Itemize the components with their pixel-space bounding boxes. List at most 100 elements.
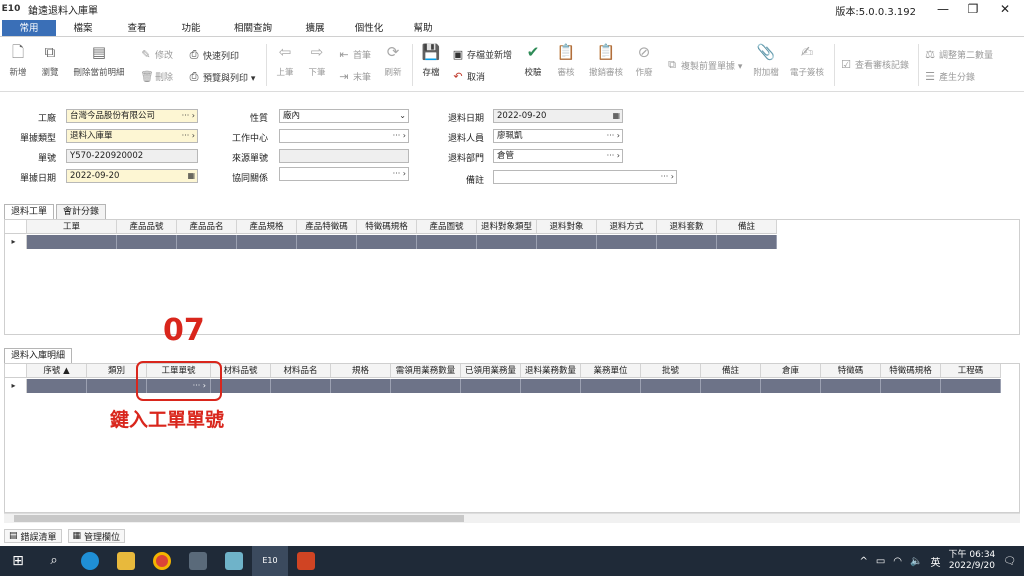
grid-cell[interactable] — [477, 235, 537, 249]
grid-cell[interactable] — [537, 235, 597, 249]
edge-button[interactable] — [72, 546, 108, 576]
remark-field[interactable]: ··· › — [493, 170, 677, 184]
lookup-icon[interactable]: ··· › — [607, 130, 620, 142]
retdept-field[interactable]: 倉管 ··· › — [493, 149, 623, 163]
col-header[interactable]: 退料套數 — [657, 220, 717, 233]
col-header[interactable]: 材料品名 — [271, 364, 331, 377]
grid-cell[interactable] — [331, 379, 391, 393]
col-header[interactable]: 批號 — [641, 364, 701, 377]
workcenter-field[interactable]: ··· › — [279, 129, 409, 143]
col-header[interactable]: 退料對象 — [537, 220, 597, 233]
table-row[interactable]: ▸ — [5, 235, 777, 249]
col-header[interactable]: 需領用業務數量 — [391, 364, 461, 377]
horizontal-scrollbar[interactable] — [4, 513, 1020, 523]
lookup-icon[interactable]: ··· › — [393, 130, 406, 142]
grid-cell[interactable] — [461, 379, 521, 393]
calculator-button[interactable] — [180, 546, 216, 576]
last-record-button[interactable]: ⇥ 末筆 — [338, 70, 371, 83]
refresh-button[interactable]: ⟳ 刷新 — [380, 42, 406, 78]
lookup-icon[interactable]: ··· › — [182, 110, 195, 122]
grid-cell[interactable] — [641, 379, 701, 393]
attachment-button[interactable]: 📎 附加檔 — [750, 42, 782, 78]
grid-cell[interactable] — [27, 235, 117, 249]
grid-cell[interactable] — [821, 379, 881, 393]
menu-tab-personalize[interactable]: 個性化 — [342, 20, 396, 36]
esign-button[interactable]: ✍ 電子簽核 — [786, 42, 828, 78]
review-button[interactable]: 📋 審核 — [552, 42, 580, 78]
network-icon[interactable]: ▭ — [876, 556, 885, 567]
col-header[interactable]: 產品規格 — [237, 220, 297, 233]
tab-accounting-entries[interactable]: 會計分錄 — [56, 204, 107, 219]
col-header[interactable]: 業務單位 — [581, 364, 641, 377]
tray-expand-icon[interactable]: ^ — [859, 556, 867, 567]
grid-cell[interactable] — [761, 379, 821, 393]
retperson-field[interactable]: 廖珮凱 ··· › — [493, 129, 623, 143]
col-header[interactable]: 特徵碼 — [821, 364, 881, 377]
cancel-button[interactable]: ↶ 取消 — [452, 70, 485, 83]
menu-tab-view[interactable]: 查看 — [110, 20, 164, 36]
grid-cell[interactable] — [521, 379, 581, 393]
search-button[interactable]: ⌕ — [36, 546, 72, 576]
col-header[interactable]: 已領用業務量 — [461, 364, 521, 377]
col-header[interactable]: 規格 — [331, 364, 391, 377]
error-list-tab[interactable]: ▤ 錯誤清單 — [4, 529, 62, 543]
powerpoint-button[interactable] — [288, 546, 324, 576]
new-button[interactable]: 🗋 新增 — [4, 42, 32, 78]
doctype-field[interactable]: 退料入庫單 ··· › — [66, 129, 198, 143]
tab-return-detail[interactable]: 退料入庫明細 — [4, 348, 73, 363]
grid-cell[interactable] — [581, 379, 641, 393]
e10-app-button[interactable]: E10 — [252, 546, 288, 576]
calendar-icon[interactable]: ▦ — [187, 170, 195, 182]
void-button[interactable]: ⊘ 作廢 — [630, 42, 658, 78]
col-header[interactable]: 工程碼 — [941, 364, 1001, 377]
grid-cell[interactable] — [941, 379, 1001, 393]
first-record-button[interactable]: ⇤ 首筆 — [338, 48, 371, 61]
grid-cell[interactable] — [117, 235, 177, 249]
factory-field[interactable]: 台灣今品股份有限公司 ··· › — [66, 109, 198, 123]
col-header[interactable]: 特徵碼規格 — [357, 220, 417, 233]
modify-button[interactable]: ✎ 修改 — [140, 48, 173, 61]
lookup-icon[interactable]: ··· › — [182, 130, 195, 142]
grid-cell[interactable] — [237, 235, 297, 249]
lookup-icon[interactable]: ··· › — [393, 168, 406, 180]
grid-cell[interactable] — [271, 379, 331, 393]
manage-fields-tab[interactable]: ▦ 管理欄位 — [67, 529, 126, 543]
grid-cell[interactable] — [701, 379, 761, 393]
file-explorer-button[interactable] — [108, 546, 144, 576]
menu-tab-function[interactable]: 功能 — [164, 20, 218, 36]
browse-button[interactable]: ⧉ 瀏覽 — [36, 42, 64, 78]
nature-select[interactable]: 廠內 ⌄ — [279, 109, 409, 123]
volume-icon[interactable]: 🔈 — [910, 556, 922, 567]
adjust-qty2-button[interactable]: ⚖ 調整第二數量 — [924, 48, 993, 61]
grid-cell[interactable] — [717, 235, 777, 249]
col-header[interactable]: 退料對象類型 — [477, 220, 537, 233]
lookup-icon[interactable]: ··· › — [661, 171, 674, 183]
col-header[interactable]: 產品品號 — [117, 220, 177, 233]
notes-button[interactable] — [216, 546, 252, 576]
grid-cell[interactable] — [597, 235, 657, 249]
clock[interactable]: 下午 06:34 2022/9/20 — [948, 550, 995, 572]
col-header[interactable]: 工單 — [27, 220, 117, 233]
delete-button[interactable]: 🗑 刪除 — [140, 70, 173, 83]
menu-tab-file[interactable]: 檔案 — [56, 20, 110, 36]
view-review-log-button[interactable]: ☑ 查看審核記錄 — [840, 58, 909, 71]
next-record-button[interactable]: ⇨ 下筆 — [304, 42, 330, 78]
unreview-button[interactable]: 📋 撤銷審核 — [584, 42, 628, 78]
col-header[interactable]: 退料方式 — [597, 220, 657, 233]
grid-cell[interactable] — [657, 235, 717, 249]
preview-print-button[interactable]: ⎙ 預覽與列印 ▾ — [188, 70, 256, 84]
delete-current-detail-button[interactable]: ▤ 刪除當前明細 — [68, 42, 130, 78]
lookup-icon[interactable]: ··· › — [607, 150, 620, 162]
calendar-icon[interactable]: ▦ — [612, 110, 620, 122]
grid-cell[interactable] — [357, 235, 417, 249]
check-button[interactable]: ✔ 校驗 — [518, 42, 548, 78]
close-button[interactable]: ✕ — [990, 1, 1020, 17]
col-header[interactable]: 產品圖號 — [417, 220, 477, 233]
start-button[interactable]: ⊞ — [0, 546, 36, 576]
retdate-field[interactable]: 2022-09-20 ▦ — [493, 109, 623, 123]
menu-tab-help[interactable]: 幫助 — [396, 20, 450, 36]
save-button[interactable]: 💾 存檔 — [418, 42, 444, 78]
docdate-field[interactable]: 2022-09-20 ▦ — [66, 169, 198, 183]
minimize-button[interactable]: — — [928, 1, 958, 17]
grid-cell[interactable] — [297, 235, 357, 249]
